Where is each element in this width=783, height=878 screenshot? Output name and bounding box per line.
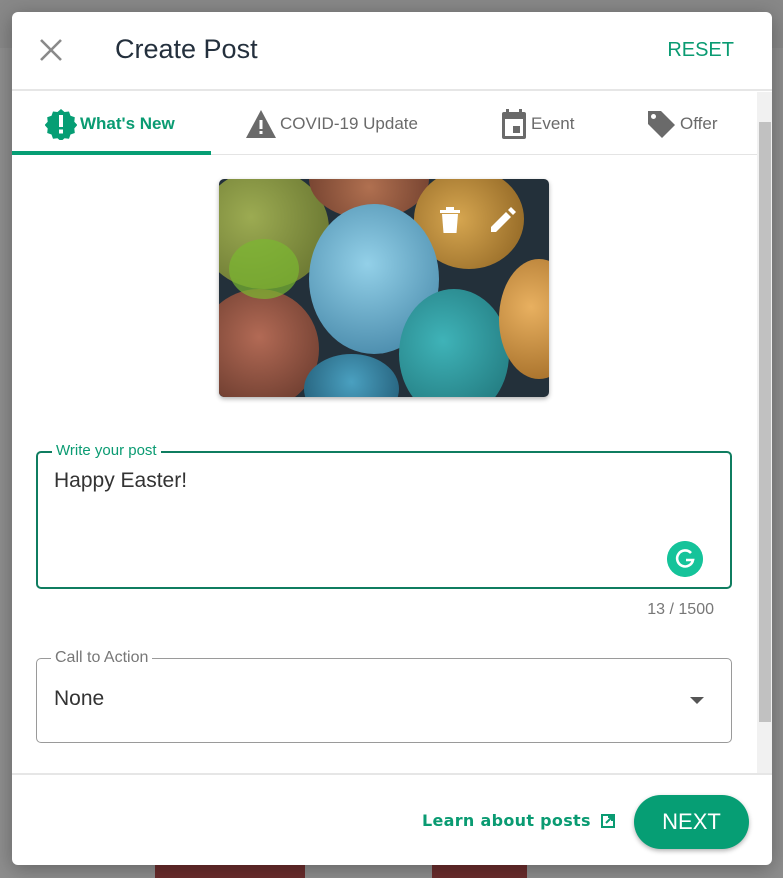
tab-label: What's New xyxy=(80,113,175,133)
tag-icon xyxy=(648,110,675,138)
warning-icon xyxy=(246,109,276,138)
background-block xyxy=(432,865,527,878)
call-to-action-select[interactable]: Call to Action None xyxy=(36,649,732,743)
delete-icon[interactable] xyxy=(433,203,467,237)
post-type-tabs: What's New COVID-19 Update Event Offer xyxy=(12,92,757,155)
post-image xyxy=(219,179,549,397)
tab-label: Offer xyxy=(680,113,718,133)
external-link-icon xyxy=(600,813,615,828)
dialog-footer: Learn about posts NEXT xyxy=(12,773,772,865)
calendar-icon xyxy=(502,108,526,139)
dialog-header: Create Post RESET xyxy=(12,12,772,91)
post-text-input[interactable]: Happy Easter! xyxy=(54,469,187,493)
grammarly-icon[interactable] xyxy=(667,541,703,577)
tab-label: COVID-19 Update xyxy=(280,113,418,133)
call-to-action-value: None xyxy=(54,687,105,710)
tab-offer[interactable]: Offer xyxy=(645,92,717,155)
tab-covid-19-update[interactable]: COVID-19 Update xyxy=(245,92,418,155)
learn-about-posts-link[interactable]: Learn about posts xyxy=(422,811,615,830)
scrollbar-thumb[interactable] xyxy=(759,122,771,722)
call-to-action-label: Call to Action xyxy=(51,649,153,667)
tab-whats-new[interactable]: What's New xyxy=(45,92,175,155)
next-button[interactable]: NEXT xyxy=(634,795,749,849)
post-text-label: Write your post xyxy=(52,442,161,459)
create-post-dialog: Create Post RESET What's New COVID-19 Up… xyxy=(12,12,772,865)
reset-button[interactable]: RESET xyxy=(667,39,734,62)
background-block xyxy=(155,865,305,878)
tab-label: Event xyxy=(531,113,575,133)
dialog-content: What's New COVID-19 Update Event Offer W… xyxy=(12,92,772,773)
page-title: Create Post xyxy=(115,34,258,64)
badge-alert-icon xyxy=(45,108,77,140)
active-tab-indicator xyxy=(12,151,211,155)
tab-event[interactable]: Event xyxy=(500,92,574,155)
edit-icon[interactable] xyxy=(486,203,520,237)
character-counter: 13 / 1500 xyxy=(647,601,714,618)
chevron-down-icon xyxy=(690,697,704,704)
post-text-field[interactable]: Write your post Happy Easter! xyxy=(36,442,732,589)
close-icon[interactable] xyxy=(38,37,64,63)
learn-label: Learn about posts xyxy=(422,811,591,830)
